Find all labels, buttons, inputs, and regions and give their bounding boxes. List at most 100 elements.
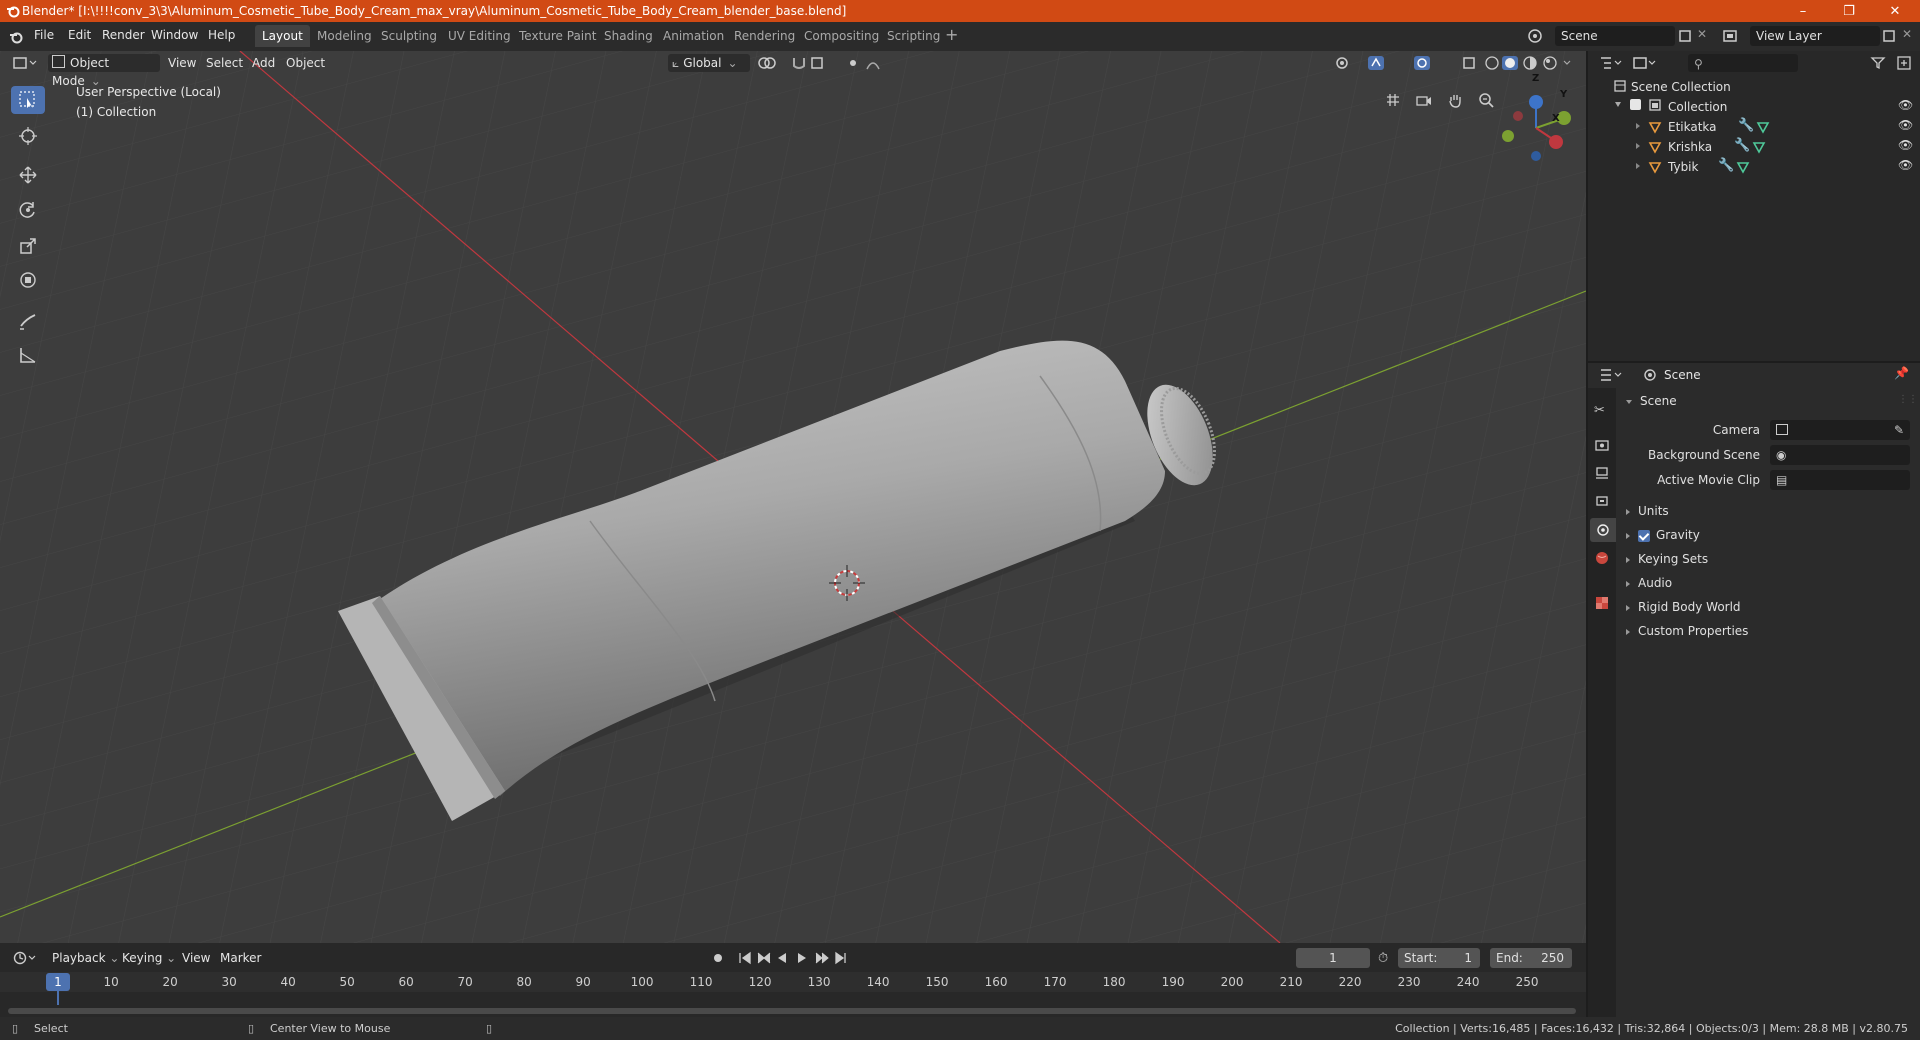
modifier-wrench-icon[interactable]: 🔧 bbox=[1718, 158, 1734, 173]
timeline-menu-marker[interactable]: Marker bbox=[216, 949, 265, 967]
collection-include-checkbox[interactable] bbox=[1630, 99, 1641, 110]
tab-uv-editing[interactable]: UV Editing bbox=[441, 25, 518, 47]
start-frame-field[interactable]: Start: 1 bbox=[1398, 948, 1480, 968]
visibility-eye-icon[interactable]: 👁 bbox=[1898, 118, 1913, 132]
transform-orientation-dropdown[interactable]: ⟀ Global ⌄ bbox=[668, 54, 750, 72]
object-mode-dropdown[interactable]: Object Mode ⌄ bbox=[48, 54, 160, 88]
scene-section-header[interactable]: Scene bbox=[1626, 394, 1677, 408]
proportional-editing-icon[interactable] bbox=[845, 55, 895, 71]
move-tool[interactable] bbox=[11, 161, 45, 189]
timeline-menu-keying[interactable]: Keying ⌄ bbox=[118, 949, 180, 967]
end-frame-field[interactable]: End: 250 bbox=[1490, 948, 1572, 968]
playback-controls[interactable] bbox=[710, 950, 850, 966]
cursor-tool[interactable] bbox=[11, 122, 45, 150]
select-box-tool[interactable] bbox=[11, 86, 45, 114]
toggle-ortho-button[interactable] bbox=[1380, 87, 1406, 113]
viewport-menu-select[interactable]: Select bbox=[202, 54, 247, 72]
texture-tab-icon[interactable] bbox=[1595, 596, 1609, 610]
measure-tool[interactable] bbox=[11, 341, 45, 369]
display-mode-icon[interactable] bbox=[1632, 55, 1658, 71]
tab-texture-paint[interactable]: Texture Paint bbox=[512, 25, 603, 47]
tab-scripting[interactable]: Scripting bbox=[880, 25, 947, 47]
menu-edit[interactable]: Edit bbox=[68, 28, 91, 42]
close-button[interactable]: ✕ bbox=[1872, 0, 1918, 22]
outliner-row-tybik[interactable]: Tybik 🔧 👁 bbox=[1588, 157, 1920, 177]
outliner-editor-type-icon[interactable] bbox=[1598, 55, 1624, 71]
tab-animation[interactable]: Animation bbox=[656, 25, 731, 47]
world-tab-icon[interactable] bbox=[1595, 551, 1609, 565]
tab-sculpting[interactable]: Sculpting bbox=[374, 25, 444, 47]
current-frame-field[interactable]: 1 bbox=[1296, 948, 1370, 968]
transform-tool[interactable] bbox=[11, 266, 45, 294]
viewport-menu-object[interactable]: Object bbox=[282, 54, 329, 72]
timeline-menu-view[interactable]: View bbox=[178, 949, 214, 967]
new-collection-icon[interactable] bbox=[1896, 55, 1912, 71]
timeline-editor-type-icon[interactable] bbox=[12, 950, 38, 966]
modifier-wrench-icon[interactable]: 🔧 bbox=[1734, 138, 1750, 153]
3d-viewport[interactable]: Z Y X User Perspective (Local) (1) Colle… bbox=[0, 51, 1586, 943]
filter-icon[interactable] bbox=[1870, 56, 1890, 70]
menu-render[interactable]: Render bbox=[102, 28, 145, 42]
outliner-collection[interactable]: Collection bbox=[1668, 100, 1727, 114]
tab-compositing[interactable]: Compositing bbox=[797, 25, 886, 47]
expand-icon[interactable] bbox=[1636, 123, 1640, 129]
camera-field[interactable]: ✎ bbox=[1770, 420, 1910, 440]
outliner-row-etikatka[interactable]: Etikatka 🔧 👁 bbox=[1588, 117, 1920, 137]
rotate-tool[interactable] bbox=[11, 196, 45, 224]
snap-icon[interactable] bbox=[790, 54, 830, 72]
timeline-menu-playback[interactable]: Playback ⌄ bbox=[48, 949, 123, 967]
scene-field[interactable]: Scene bbox=[1555, 26, 1675, 46]
expand-icon[interactable] bbox=[1636, 163, 1640, 169]
scale-tool[interactable] bbox=[11, 232, 45, 260]
tab-rendering[interactable]: Rendering bbox=[727, 25, 802, 47]
modifier-wrench-icon[interactable]: 🔧 bbox=[1738, 118, 1754, 133]
eyedropper-icon[interactable]: ✎ bbox=[1894, 420, 1904, 440]
new-scene-icon[interactable] bbox=[1678, 29, 1692, 43]
viewport-menu-add[interactable]: Add bbox=[248, 54, 279, 72]
mesh-data-icon[interactable] bbox=[1756, 120, 1770, 134]
remove-scene-icon[interactable]: ✕ bbox=[1697, 27, 1707, 41]
zoom-view-button[interactable] bbox=[1473, 87, 1499, 113]
timeline-scrollbar[interactable] bbox=[8, 1008, 1576, 1014]
camera-view-button[interactable] bbox=[1411, 87, 1437, 113]
menu-file[interactable]: File bbox=[34, 28, 54, 42]
remove-view-layer-icon[interactable]: ✕ bbox=[1902, 27, 1912, 41]
drag-handle-icon[interactable]: ⋮⋮ bbox=[1898, 394, 1918, 405]
editor-type-icon[interactable] bbox=[12, 55, 38, 71]
audio-panel[interactable]: Audio bbox=[1626, 576, 1672, 590]
restore-button[interactable]: ❐ bbox=[1826, 0, 1872, 22]
viewport-display-controls[interactable] bbox=[1332, 54, 1602, 72]
outliner-scene-collection[interactable]: Scene Collection bbox=[1631, 80, 1731, 94]
outliner-row-krishka[interactable]: Krishka 🔧 👁 bbox=[1588, 137, 1920, 157]
pan-view-button[interactable] bbox=[1442, 87, 1468, 113]
viewport-menu-view[interactable]: View bbox=[164, 54, 200, 72]
new-view-layer-icon[interactable] bbox=[1882, 29, 1896, 43]
units-panel[interactable]: Units bbox=[1626, 504, 1669, 518]
view-layer-field[interactable]: View Layer bbox=[1750, 26, 1880, 46]
add-workspace-icon[interactable]: + bbox=[945, 25, 958, 44]
view-layer-tab-icon[interactable] bbox=[1595, 494, 1609, 508]
minimize-button[interactable]: – bbox=[1780, 0, 1826, 22]
visibility-eye-icon[interactable]: 👁 bbox=[1898, 138, 1913, 152]
collection-expand-icon[interactable] bbox=[1615, 102, 1621, 107]
gravity-checkbox[interactable] bbox=[1638, 529, 1650, 542]
tab-layout[interactable]: Layout bbox=[255, 25, 310, 47]
pivot-point-icon[interactable] bbox=[756, 55, 782, 71]
active-movie-clip-field[interactable]: ▤ bbox=[1770, 470, 1910, 490]
mesh-data-icon[interactable] bbox=[1752, 140, 1766, 154]
properties-editor-type-icon[interactable] bbox=[1598, 367, 1624, 383]
collection-visibility-eye-icon[interactable]: 👁 bbox=[1898, 98, 1913, 112]
pin-icon[interactable]: 📌 bbox=[1894, 366, 1909, 380]
menu-help[interactable]: Help bbox=[208, 28, 235, 42]
background-scene-field[interactable]: ◉ bbox=[1770, 445, 1910, 465]
tab-modeling[interactable]: Modeling bbox=[310, 25, 379, 47]
scene-selector-icon[interactable] bbox=[1526, 27, 1544, 45]
visibility-eye-icon[interactable]: 👁 bbox=[1898, 158, 1913, 172]
view-layer-icon[interactable] bbox=[1722, 28, 1738, 44]
tab-shading[interactable]: Shading bbox=[597, 25, 660, 47]
scene-tab[interactable] bbox=[1590, 518, 1616, 542]
tool-tab-icon[interactable]: ✂ bbox=[1594, 403, 1605, 418]
outliner-search-input[interactable]: ⚲ bbox=[1688, 54, 1798, 72]
menu-window[interactable]: Window bbox=[151, 28, 198, 42]
blender-menu-icon[interactable] bbox=[8, 29, 24, 45]
